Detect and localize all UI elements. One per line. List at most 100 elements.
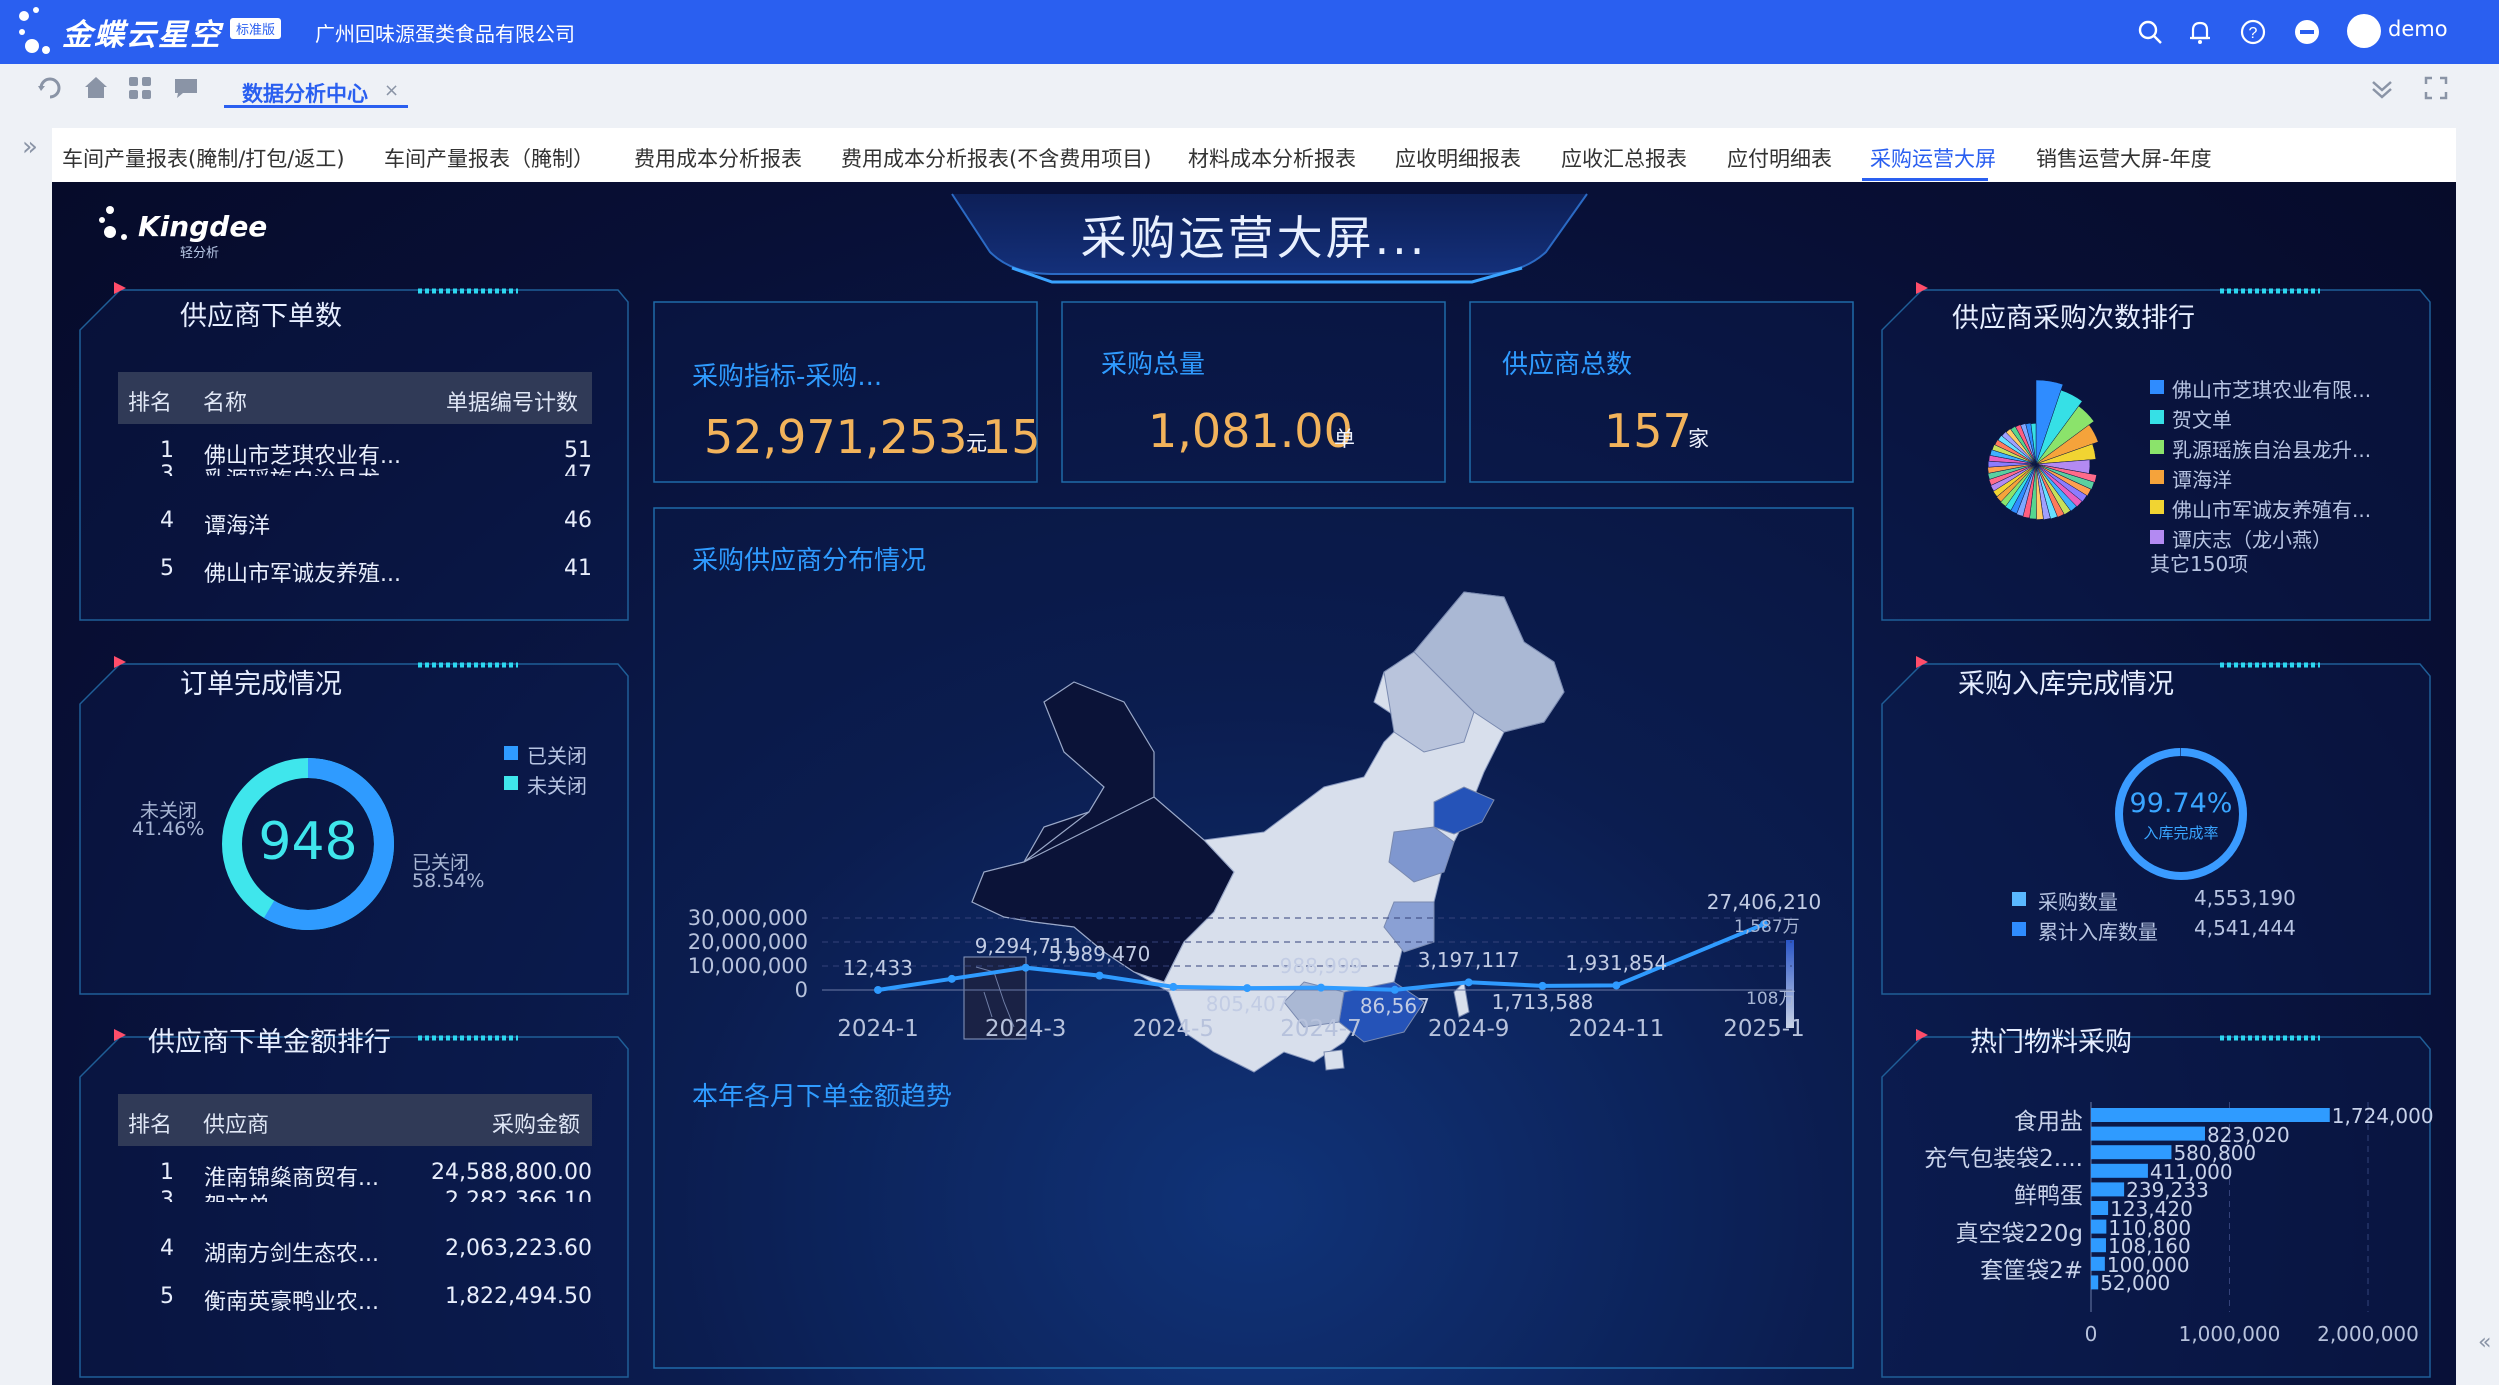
bar-category-label: 食用盐 xyxy=(2014,1109,2083,1135)
trend-point xyxy=(1612,981,1621,990)
trend-title: 本年各月下单金额趋势 xyxy=(692,1082,953,1112)
help-icon[interactable]: ? xyxy=(2239,18,2267,46)
report-tab[interactable]: 采购运营大屏 xyxy=(1870,143,1996,173)
kpi-value: 1,081.00 xyxy=(1148,404,1353,458)
kpi-unit: 元 xyxy=(966,431,987,455)
amount-cell: 1,822,494.50 xyxy=(445,1284,592,1309)
order-completion-title: 订单完成情况 xyxy=(180,669,342,700)
bar xyxy=(2091,1219,2107,1234)
report-tab-bar: 车间产量报表(腌制/打包/返工) 车间产量报表（腌制） 费用成本分析报表 费用成本分析… xyxy=(52,128,2456,182)
legend-item[interactable]: 谭海洋 xyxy=(2172,464,2232,493)
supplier-name-cell[interactable]: 乳源瑶族自治县龙... xyxy=(204,462,401,476)
bar-category-label: 套筐袋2# xyxy=(1980,1257,2083,1284)
report-tab[interactable]: 应付明细表 xyxy=(1727,143,1832,173)
search-icon[interactable] xyxy=(2136,18,2164,46)
report-tab[interactable]: 应收汇总报表 xyxy=(1561,143,1687,173)
column-header: 单据编号计数 xyxy=(446,391,579,416)
count-cell: 47 xyxy=(564,462,592,476)
trend-y-tick: 30,000,000 xyxy=(687,906,808,930)
trend-x-tick: 2024-1 xyxy=(837,1016,919,1042)
supplier-name-cell[interactable]: 衡南英豪鸭业农... xyxy=(204,1284,379,1316)
report-tab[interactable]: 费用成本分析报表(不含费用项目) xyxy=(841,143,1151,173)
kpi-value: 52,971,253.15 xyxy=(704,410,1041,464)
kpi-unit: 单 xyxy=(1334,427,1355,451)
rank-cell: 3 xyxy=(160,1188,174,1202)
report-tab[interactable]: 费用成本分析报表 xyxy=(634,143,802,173)
bar xyxy=(2091,1163,2148,1178)
apps-icon[interactable] xyxy=(126,74,154,102)
fullscreen-icon[interactable] xyxy=(2422,74,2450,102)
supplier-name-cell[interactable]: 佛山市军诚友养殖... xyxy=(204,556,401,588)
trend-y-tick: 10,000,000 xyxy=(687,954,808,978)
kingdee-logo-icon xyxy=(19,7,50,54)
expand-panel-icon[interactable]: « xyxy=(2478,1330,2491,1355)
rank-cell: 4 xyxy=(160,508,174,533)
report-tab[interactable]: 材料成本分析报表 xyxy=(1188,143,1356,173)
report-tab[interactable]: 应收明细报表 xyxy=(1395,143,1521,173)
message-icon[interactable] xyxy=(172,74,200,102)
tab-data-analysis-center[interactable]: 数据分析中心 × xyxy=(224,72,408,108)
panel-frame-supplier-amount xyxy=(79,1036,629,1378)
count-cell: 41 xyxy=(564,556,592,581)
home-icon[interactable] xyxy=(82,74,110,102)
module-toolbar: 数据分析中心 × xyxy=(0,64,2499,114)
inbound-rate-label: 入库完成率 xyxy=(2143,824,2219,842)
closed-percent: 58.54% xyxy=(412,870,485,892)
kingdee-brand: Kingdee xyxy=(138,210,268,243)
trend-point xyxy=(1317,983,1325,992)
trend-data-label: 1,713,588 xyxy=(1491,989,1594,1014)
chevron-down-icon[interactable] xyxy=(2368,74,2396,102)
trend-point xyxy=(947,974,956,983)
amount-cell: 2,282,366.10 xyxy=(445,1188,592,1202)
trend-data-label: 805,407 xyxy=(1205,992,1289,1017)
report-tab[interactable]: 销售运营大屏-年度 xyxy=(2036,143,2212,173)
supplier-orders-title: 供应商下单数 xyxy=(180,301,342,332)
svg-text:?: ? xyxy=(2249,25,2258,42)
supplier-name-cell[interactable]: 贺文单 xyxy=(204,1188,270,1202)
trend-data-label: 12,433 xyxy=(843,955,913,980)
rank-cell: 1 xyxy=(160,1160,174,1185)
bar xyxy=(2091,1145,2172,1160)
bell-icon[interactable] xyxy=(2186,18,2214,46)
legend-item[interactable]: 佛山市芝琪农业有限... xyxy=(2172,374,2371,403)
legend-swatch xyxy=(2150,500,2164,514)
column-header: 采购金额 xyxy=(492,1113,581,1138)
trend-point xyxy=(1243,984,1252,993)
legend-item[interactable]: 贺文单 xyxy=(2172,404,2232,433)
trend-data-label: 3,197,117 xyxy=(1417,948,1520,973)
supplier-name-cell[interactable]: 湖南方剑生态农... xyxy=(204,1236,379,1268)
bar-category-label: 真空袋220g xyxy=(1955,1220,2084,1247)
user-name[interactable]: demo xyxy=(2388,17,2448,41)
supplier-name-cell[interactable]: 谭海洋 xyxy=(204,508,270,540)
trend-point xyxy=(1021,963,1030,972)
bar xyxy=(2091,1275,2099,1290)
column-header: 供应商 xyxy=(203,1113,270,1138)
minus-circle-icon[interactable] xyxy=(2293,18,2321,46)
legend-closed[interactable]: 已关闭 xyxy=(527,740,587,769)
company-name[interactable]: 广州回味源蛋类食品有限公司 xyxy=(315,18,575,47)
close-icon[interactable]: × xyxy=(384,80,399,101)
trend-data-label: 86,567 xyxy=(1359,993,1430,1018)
avatar[interactable] xyxy=(2347,14,2381,48)
bar xyxy=(2091,1256,2105,1271)
bar-x-tick: 2,000,000 xyxy=(2317,1322,2419,1346)
legend-item[interactable]: 佛山市军诚友养殖有... xyxy=(2172,494,2371,523)
supplier-amount-title: 供应商下单金额排行 xyxy=(148,1027,391,1058)
report-tab[interactable]: 车间产量报表（腌制） xyxy=(384,143,594,173)
trend-data-label: 988,999 xyxy=(1279,953,1363,978)
rank-cell: 4 xyxy=(160,1236,174,1261)
legend-open[interactable]: 未关闭 xyxy=(527,770,587,799)
report-tab[interactable]: 车间产量报表(腌制/打包/返工) xyxy=(62,143,345,173)
count-cell: 46 xyxy=(564,508,592,533)
count-cell: 51 xyxy=(564,438,592,463)
kpi-value: 157 xyxy=(1604,404,1692,458)
trend-x-tick: 2024-7 xyxy=(1280,1016,1362,1042)
trend-point xyxy=(1095,971,1104,980)
refresh-icon[interactable] xyxy=(36,74,64,102)
legend-item[interactable]: 乳源瑶族自治县龙升... xyxy=(2172,434,2371,463)
map-region-hainan xyxy=(1323,1049,1345,1071)
collapse-sidebar-icon[interactable]: » xyxy=(22,132,38,162)
inbound-rate: 99.74% xyxy=(2129,788,2233,819)
map-title: 采购供应商分布情况 xyxy=(692,546,927,576)
app-brand: 金蝶云星空 xyxy=(62,18,222,53)
